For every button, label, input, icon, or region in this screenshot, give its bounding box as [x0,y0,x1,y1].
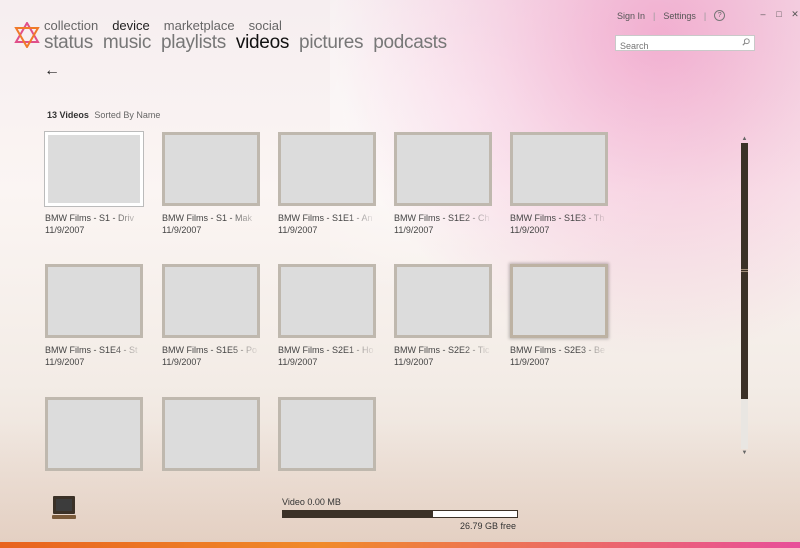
video-thumbnail[interactable] [278,264,376,338]
capacity-used [283,511,433,517]
scroll-down-arrow-icon[interactable]: ▼ [740,449,749,457]
video-title: BMW Films - S1E3 - Th [510,213,605,223]
video-tile[interactable]: BMW Films - S1 - Driv 11/9/2007 [45,132,143,235]
video-date: 11/9/2007 [45,357,85,367]
separator: | [703,10,707,21]
video-title: BMW Films - S2E3 - Be [510,345,606,355]
video-tile[interactable]: BMW Films - S1E2 - Ch 11/9/2007 [394,132,492,235]
video-date: 11/9/2007 [510,225,550,235]
capacity-label: Video 0.00 MB [282,497,341,507]
maximize-button[interactable]: □ [774,9,784,19]
video-thumbnail[interactable] [162,397,260,471]
close-button[interactable]: ✕ [790,9,800,19]
tab-playlists[interactable]: playlists [161,32,226,54]
video-tile[interactable]: BMW Films - S1E5 - Po 11/9/2007 [162,264,260,367]
video-tile[interactable]: BMW Films - S1E1 - An 11/9/2007 [278,132,376,235]
video-date: 11/9/2007 [394,357,434,367]
pivot-nav: collection device marketplace social [44,18,282,33]
video-date: 11/9/2007 [162,357,202,367]
top-links: Sign In | Settings | ? [617,10,726,21]
video-thumbnail[interactable] [45,132,143,206]
video-thumbnail[interactable] [278,397,376,471]
video-title: BMW Films - S1E4 - St [45,345,138,355]
collection-summary: 13 Videos Sorted By Name [47,110,160,120]
video-date: 11/9/2007 [162,225,202,235]
video-title: BMW Films - S1E5 - Po [162,345,258,355]
tab-music[interactable]: music [103,32,151,54]
scroll-thumb[interactable] [741,143,748,399]
video-date: 11/9/2007 [45,225,85,235]
search-icon[interactable] [742,38,750,46]
video-thumbnail[interactable] [45,264,143,338]
video-date: 11/9/2007 [278,357,318,367]
tab-pictures[interactable]: pictures [299,32,363,54]
video-title: BMW Films - S1 - Mak [162,213,252,223]
video-date: 11/9/2007 [510,357,550,367]
capacity-meter: Video 0.00 MB 26.79 GB free [282,497,518,531]
zune-logo-icon [14,22,40,48]
vertical-scrollbar[interactable]: ▲ ▼ [740,135,749,457]
video-tile[interactable]: BMW Films - S1E4 - St 11/9/2007 [45,264,143,367]
video-title: BMW Films - S2E2 - Tic [394,345,490,355]
video-thumbnail[interactable] [394,132,492,206]
video-thumbnail[interactable] [510,132,608,206]
search-input[interactable] [616,40,742,52]
video-title: BMW Films - S2E1 - Ho [278,345,374,355]
video-date: 11/9/2007 [394,225,434,235]
video-thumbnail[interactable] [162,264,260,338]
sort-label[interactable]: Sorted By Name [94,110,160,120]
help-icon[interactable]: ? [714,10,726,21]
video-thumbnail[interactable] [45,397,143,471]
video-thumbnail[interactable] [394,264,492,338]
scroll-grip [741,269,748,272]
tab-videos[interactable]: videos [236,32,289,54]
video-tile[interactable]: BMW Films - S2E1 - Ho 11/9/2007 [278,264,376,367]
video-thumbnail[interactable] [278,132,376,206]
video-tile[interactable]: BMW Films - S1E3 - Th 11/9/2007 [510,132,608,235]
scroll-up-arrow-icon[interactable]: ▲ [740,135,749,143]
video-tile[interactable] [45,397,143,471]
video-tile[interactable] [162,397,260,471]
video-title: BMW Films - S1 - Driv [45,213,134,223]
video-tile[interactable]: BMW Films - S1 - Mak 11/9/2007 [162,132,260,235]
free-space-label: 26.79 GB free [459,521,516,531]
tab-status[interactable]: status [44,32,93,54]
settings-link[interactable]: Settings [663,11,696,21]
window-controls: – □ ✕ [758,9,800,19]
scroll-track[interactable] [741,143,748,449]
search-box [615,35,755,52]
pivot-marketplace[interactable]: marketplace [164,18,235,33]
video-thumbnail[interactable] [510,264,608,338]
pivot-device[interactable]: device [112,18,150,33]
minimize-button[interactable]: – [758,9,768,19]
pivot-social[interactable]: social [249,18,282,33]
pivot-collection[interactable]: collection [44,18,98,33]
video-tile[interactable]: BMW Films - S2E3 - Be 11/9/2007 [510,264,608,367]
separator: | [653,10,656,21]
sign-in-link[interactable]: Sign In [617,11,645,21]
video-thumbnail[interactable] [162,132,260,206]
video-tile[interactable] [278,397,376,471]
capacity-bar [282,510,518,518]
back-arrow-icon[interactable]: ← [44,63,62,79]
device-icon[interactable] [50,494,78,522]
bottom-stripe [0,542,800,548]
video-count: 13 Videos [47,110,89,120]
video-title: BMW Films - S1E2 - Ch [394,213,490,223]
tab-nav: status music playlists videos pictures podcas… [44,32,447,54]
video-date: 11/9/2007 [278,225,318,235]
video-title: BMW Films - S1E1 - An [278,213,373,223]
video-tile[interactable]: BMW Films - S2E2 - Tic 11/9/2007 [394,264,492,367]
tab-podcasts[interactable]: podcasts [373,32,447,54]
